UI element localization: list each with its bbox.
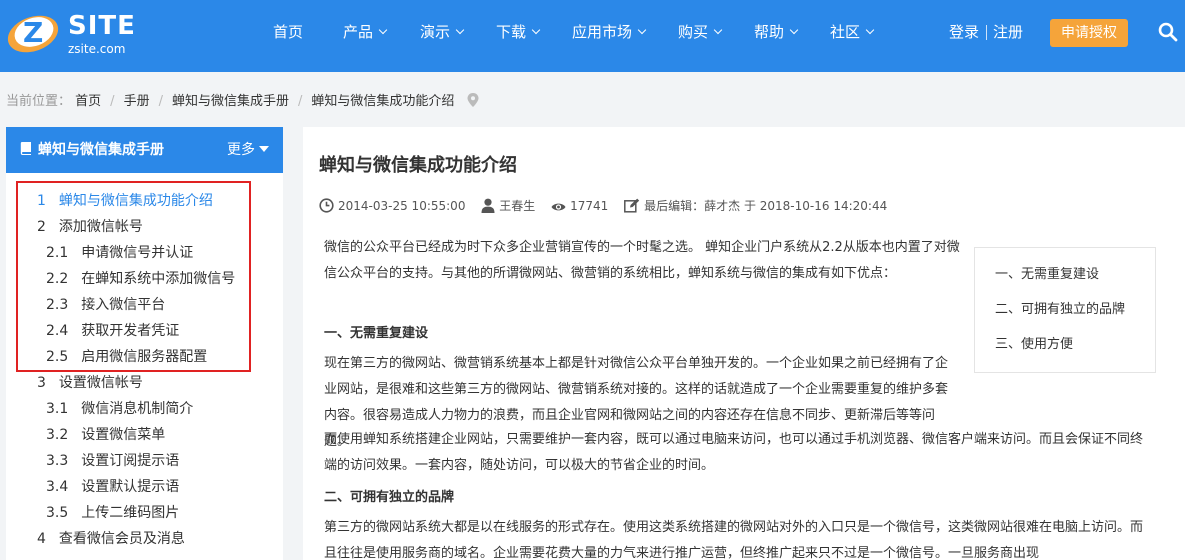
breadcrumb-manual[interactable]: 手册 [124, 94, 150, 109]
sidebar-title: 蝉知与微信集成手册 [20, 127, 164, 173]
svg-text:Z: Z [23, 16, 43, 49]
article-panel: 蝉知与微信集成功能介绍 2014-03-25 10:55:00 王春生 1774… [303, 127, 1185, 560]
section-2-heading: 二、可拥有独立的品牌 [324, 490, 455, 505]
sidebar-item-2-4[interactable]: 2.4 获取开发者凭证 [46, 321, 179, 341]
book-icon [20, 142, 31, 155]
article-toc-item-1[interactable]: 一、无需重复建设 [995, 265, 1099, 285]
nav-community[interactable]: 社区 [830, 0, 875, 64]
top-navbar: Z SITE zsite.com 首页 产品 演示 下载 应用市场 购买 帮助 … [0, 0, 1185, 72]
sidebar-item-3-1[interactable]: 3.1 微信消息机制简介 [46, 399, 193, 419]
sidebar-item-3-3[interactable]: 3.3 设置订阅提示语 [46, 451, 179, 471]
article-title: 蝉知与微信集成功能介绍 [319, 155, 517, 176]
sidebar-item-3[interactable]: 3 设置微信帐号 [37, 373, 143, 393]
meta-views: 17741 [551, 197, 608, 215]
site-logo[interactable]: Z SITE zsite.com [6, 6, 136, 60]
register-link[interactable]: 注册 [993, 0, 1023, 64]
logo-z-mark-icon: Z [7, 15, 59, 53]
nav-help[interactable]: 帮助 [754, 0, 799, 64]
chevron-down-icon [378, 25, 388, 35]
search-icon[interactable] [1158, 22, 1178, 42]
meta-author[interactable]: 王春生 [481, 197, 535, 215]
sidebar-header: 蝉知与微信集成手册 更多 [6, 127, 283, 173]
breadcrumb: 当前位置： 首页 / 手册 / 蝉知与微信集成手册 / 蝉知与微信集成功能介绍 [6, 92, 479, 112]
sidebar-item-2[interactable]: 2 添加微信帐号 [37, 217, 143, 237]
caret-down-icon [259, 146, 269, 152]
sidebar-item-2-5[interactable]: 2.5 启用微信服务器配置 [46, 347, 207, 367]
edit-icon [624, 198, 640, 213]
chevron-down-icon [789, 25, 799, 35]
nav-download[interactable]: 下载 [496, 0, 541, 64]
sidebar-more-button[interactable]: 更多 [227, 127, 269, 173]
sidebar-item-3-5[interactable]: 3.5 上传二维码图片 [46, 503, 179, 523]
article-meta: 2014-03-25 10:55:00 王春生 17741 最后编辑：薛才杰 于… [319, 197, 899, 215]
breadcrumb-home[interactable]: 首页 [75, 94, 101, 109]
article-toc-item-3[interactable]: 三、使用方便 [995, 335, 1073, 355]
logo-domain-text: zsite.com [68, 42, 126, 56]
chevron-down-icon [637, 25, 647, 35]
logo-site-text: SITE [68, 11, 136, 41]
sidebar-item-3-2[interactable]: 3.2 设置微信菜单 [46, 425, 165, 445]
user-icon [481, 198, 495, 213]
sidebar: 蝉知与微信集成手册 更多 1 蝉知与微信集成功能介绍 2 添加微信帐号 2.1 申请微… [6, 127, 283, 560]
article-toc-item-2[interactable]: 二、可拥有独立的品牌 [995, 300, 1125, 320]
sidebar-item-2-3[interactable]: 2.3 接入微信平台 [46, 295, 165, 315]
chevron-down-icon [455, 25, 465, 35]
nav-buy[interactable]: 购买 [678, 0, 723, 64]
nav-app-market[interactable]: 应用市场 [572, 0, 647, 64]
sidebar-item-2-1[interactable]: 2.1 申请微信号并认证 [46, 243, 193, 263]
eye-icon [551, 203, 566, 211]
breadcrumb-current: 蝉知与微信集成功能介绍 [311, 94, 455, 109]
apply-license-button[interactable]: 申请授权 [1050, 19, 1128, 47]
meta-last-edited: 最后编辑：薛才杰 于 2018-10-16 14:20:44 [624, 197, 887, 215]
intro-paragraph: 微信的公众平台已经成为时下众多企业营销宣传的一个时髦之选。 蝉知企业门户系统从2… [324, 240, 960, 281]
sidebar-item-2-2[interactable]: 2.2 在蝉知系统中添加微信号 [46, 269, 235, 289]
map-pin-icon [467, 93, 479, 107]
nav-divider [986, 25, 987, 40]
breadcrumb-book[interactable]: 蝉知与微信集成手册 [172, 94, 289, 109]
chevron-down-icon [865, 25, 875, 35]
nav-products[interactable]: 产品 [343, 0, 388, 64]
section-2-paragraph-1: 第三方的微网站系统大都是以在线服务的形式存在。使用这类系统搭建的微网站对外的入口… [324, 520, 1144, 560]
section-1-heading: 一、无需重复建设 [324, 326, 429, 341]
meta-date: 2014-03-25 10:55:00 [319, 197, 465, 215]
sidebar-item-4[interactable]: 4 查看微信会员及消息 [37, 529, 185, 549]
nav-demo[interactable]: 演示 [420, 0, 465, 64]
clock-icon [319, 198, 334, 213]
login-link[interactable]: 登录 [949, 0, 979, 64]
nav-home[interactable]: 首页 [273, 0, 303, 64]
article-toc: 一、无需重复建设 二、可拥有独立的品牌 三、使用方便 [974, 247, 1156, 373]
chevron-down-icon [531, 25, 541, 35]
sidebar-item-1[interactable]: 1 蝉知与微信集成功能介绍 [37, 191, 213, 211]
chevron-down-icon [713, 25, 723, 35]
sidebar-item-3-4[interactable]: 3.4 设置默认提示语 [46, 477, 179, 497]
section-1-paragraph-2: 而使用蝉知系统搭建企业网站，只需要维护一套内容，既可以通过电脑来访问，也可以通过… [324, 432, 1144, 473]
breadcrumb-prefix: 当前位置： [6, 94, 72, 109]
